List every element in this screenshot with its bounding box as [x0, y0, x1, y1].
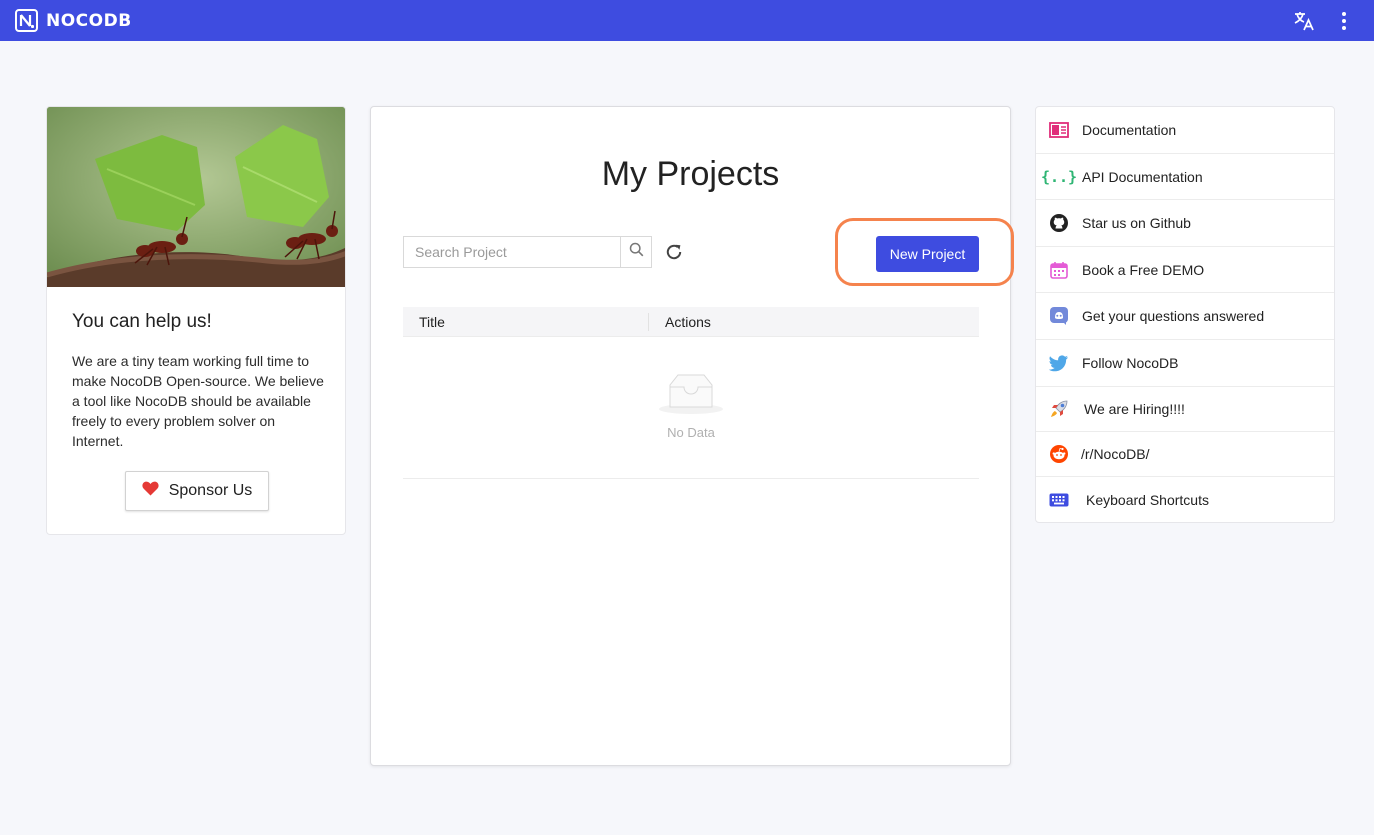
help-description: We are a tiny team working full time to …: [72, 353, 324, 449]
search-box: [403, 236, 652, 268]
search-project-input[interactable]: [404, 237, 621, 267]
links-card: Documentation {..} API Documentation Sta…: [1035, 106, 1335, 523]
column-header-title: Title: [403, 312, 649, 331]
link-label: API Documentation: [1082, 168, 1203, 185]
empty-state: No Data: [403, 337, 979, 479]
calendar-icon: [1048, 259, 1070, 281]
sponsor-us-button[interactable]: Sponsor Us: [125, 471, 269, 511]
rocket-icon: [1048, 398, 1070, 420]
link-label: Star us on Github: [1082, 215, 1191, 231]
nocodb-logo-icon: [15, 9, 38, 32]
empty-inbox-icon: [658, 371, 724, 420]
link-reddit[interactable]: /r/NocoDB/: [1036, 432, 1334, 477]
link-hiring[interactable]: We are Hiring!!!!: [1036, 387, 1334, 432]
link-book-demo[interactable]: Book a Free DEMO: [1036, 247, 1334, 293]
link-label: Keyboard Shortcuts: [1086, 491, 1209, 508]
link-github[interactable]: Star us on Github: [1036, 200, 1334, 247]
heart-icon: [142, 481, 159, 501]
top-navbar: NOCODB: [0, 0, 1374, 41]
link-label: Follow NocoDB: [1082, 355, 1179, 371]
link-documentation[interactable]: Documentation: [1036, 107, 1334, 154]
sponsor-card: You can help us! We are a tiny team work…: [46, 106, 346, 535]
no-data-text: No Data: [667, 425, 715, 440]
column-header-actions: Actions: [665, 313, 711, 330]
link-label: /r/NocoDB/: [1081, 446, 1150, 462]
search-button[interactable]: [620, 237, 651, 267]
link-twitter[interactable]: Follow NocoDB: [1036, 340, 1334, 387]
link-label: We are Hiring!!!!: [1084, 401, 1185, 417]
link-keyboard-shortcuts[interactable]: Keyboard Shortcuts: [1036, 477, 1334, 522]
kebab-menu-icon[interactable]: [1332, 9, 1356, 33]
help-title: You can help us!: [72, 311, 212, 332]
discord-icon: [1048, 305, 1070, 327]
refresh-icon[interactable]: [663, 241, 685, 263]
keyboard-icon: [1048, 489, 1070, 511]
link-label: Documentation: [1082, 122, 1177, 138]
projects-card: My Projects New Project Title Actions No…: [370, 106, 1014, 766]
search-icon: [629, 242, 644, 262]
book-icon: [1048, 119, 1070, 141]
projects-table-header: Title Actions: [403, 307, 979, 337]
nocodb-logo[interactable]: NOCODB: [15, 9, 132, 32]
github-icon: [1048, 212, 1070, 234]
page-title: My Projects: [601, 155, 780, 193]
link-discord[interactable]: Get your questions answered: [1036, 293, 1334, 340]
ants-hero-image: [47, 107, 345, 287]
brand-name: NOCODB: [46, 10, 132, 31]
link-label: Get your questions answered: [1082, 308, 1265, 324]
link-api-documentation[interactable]: {..} API Documentation: [1036, 154, 1334, 200]
translate-icon[interactable]: [1292, 9, 1316, 33]
sponsor-us-label: Sponsor Us: [168, 482, 253, 499]
new-project-button[interactable]: New Project: [876, 236, 979, 272]
braces-icon: {..}: [1040, 167, 1078, 186]
reddit-icon: [1048, 443, 1070, 465]
twitter-icon: [1048, 352, 1070, 374]
link-label: Book a Free DEMO: [1082, 261, 1205, 278]
